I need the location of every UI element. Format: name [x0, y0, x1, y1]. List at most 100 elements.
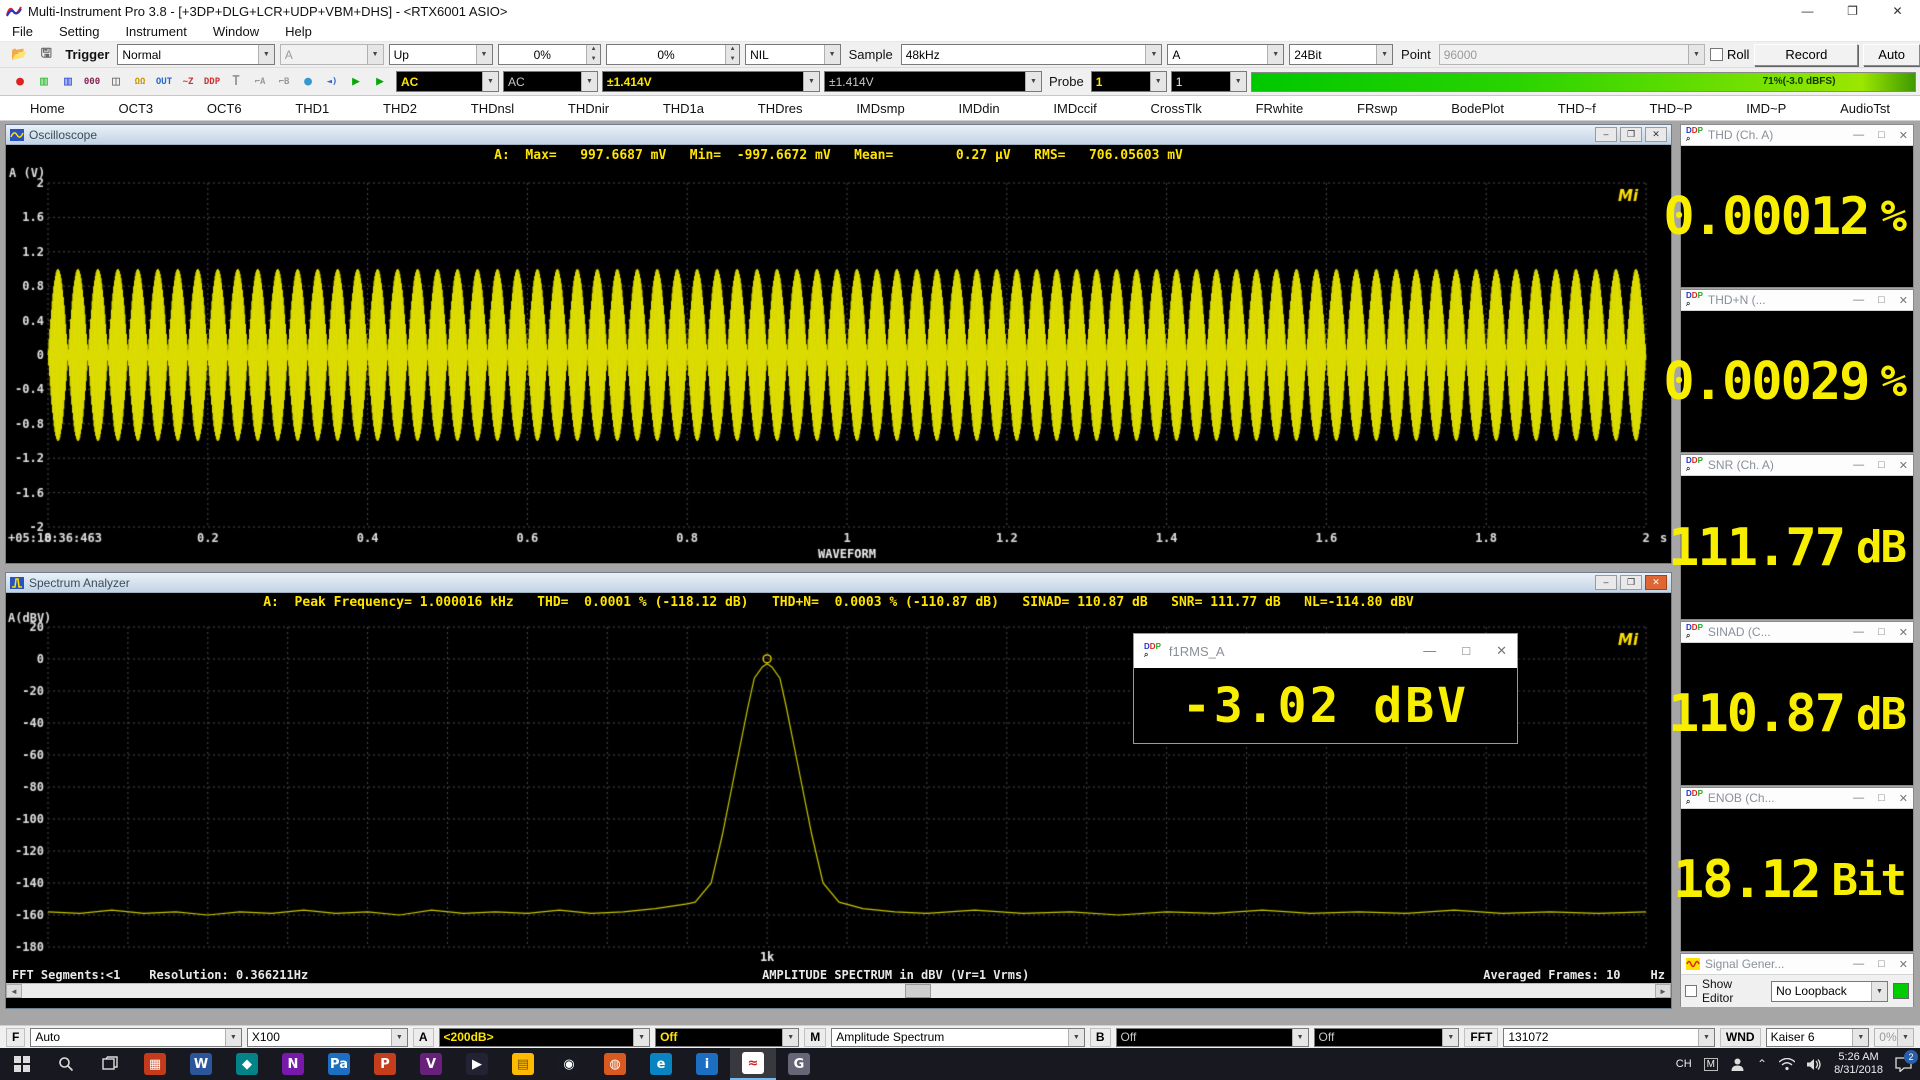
oscilloscope-icon[interactable]: ▥	[32, 72, 56, 92]
steam-taskbar-icon[interactable]: ◉	[546, 1048, 592, 1080]
scrollbar-thumb[interactable]	[905, 984, 931, 998]
range-a-select[interactable]: ±1.414V▼	[602, 71, 820, 92]
tray-expand-icon[interactable]: ⌃	[1757, 1057, 1767, 1071]
coupling-a-select[interactable]: AC▼	[396, 71, 499, 92]
lcr-meter-icon[interactable]: OUT	[152, 72, 176, 92]
tab-imdccif[interactable]: IMDccif	[1053, 101, 1096, 116]
close-icon[interactable]: ✕	[1899, 958, 1908, 971]
paint-3d-taskbar-icon[interactable]: Pa	[316, 1048, 362, 1080]
window-function-select[interactable]: Kaiser 6▼	[1766, 1028, 1870, 1047]
tab-frswp[interactable]: FRswp	[1357, 101, 1397, 116]
close-icon[interactable]: ✕	[1899, 792, 1908, 805]
trigger-mode-select[interactable]: Normal▼	[117, 44, 274, 65]
probe-a-select[interactable]: 1▼	[1091, 71, 1167, 92]
window-maximize-button[interactable]: ❐	[1830, 4, 1875, 18]
analysis-mode-select[interactable]: Amplitude Spectrum▼	[831, 1028, 1085, 1047]
browser-taskbar-icon[interactable]: ◍	[592, 1048, 638, 1080]
bit-depth-select[interactable]: 24Bit▼	[1289, 44, 1393, 65]
word-taskbar-icon[interactable]: W	[178, 1048, 224, 1080]
office-hub-taskbar-icon[interactable]: ▦	[132, 1048, 178, 1080]
sample-rate-select[interactable]: 48kHz▼	[901, 44, 1163, 65]
visual-studio-taskbar-icon[interactable]: V	[408, 1048, 454, 1080]
range-display-b2-select[interactable]: Off▼	[1314, 1028, 1460, 1047]
align-a-icon[interactable]: ⌐A	[248, 72, 272, 92]
maximize-icon[interactable]: □	[1878, 129, 1885, 142]
tab-bodeplot[interactable]: BodePlot	[1451, 101, 1504, 116]
overlap-select[interactable]: 0%▼	[1874, 1028, 1914, 1047]
frequency-mode-select[interactable]: Auto▼	[30, 1028, 242, 1047]
maximize-icon[interactable]: □	[1462, 643, 1470, 659]
window-minimize-button[interactable]: —	[1785, 4, 1830, 18]
ddp-viewer-icon[interactable]: DDP	[200, 72, 224, 92]
multimeter-icon[interactable]: 000	[80, 72, 104, 92]
sound-output-icon[interactable]: ◄)	[320, 72, 344, 92]
record-dot-icon[interactable]: ●	[8, 72, 32, 92]
menu-help[interactable]: Help	[285, 24, 312, 39]
menu-window[interactable]: Window	[213, 24, 259, 39]
scroll-right-icon[interactable]: ►	[1655, 984, 1671, 998]
spectrum-3d-icon[interactable]: ◫	[104, 72, 128, 92]
menu-setting[interactable]: Setting	[59, 24, 99, 39]
powerpoint-taskbar-icon[interactable]: P	[362, 1048, 408, 1080]
maximize-icon[interactable]: □	[1878, 958, 1885, 971]
ime-indicator[interactable]: M	[1704, 1058, 1718, 1071]
edge-taskbar-icon[interactable]: e	[638, 1048, 684, 1080]
device-test-plan-icon[interactable]: ~Z	[176, 72, 200, 92]
volume-icon[interactable]	[1807, 1058, 1822, 1071]
oscilloscope-minimize-button[interactable]: –	[1595, 127, 1617, 142]
teal-app-taskbar-icon[interactable]: ◆	[224, 1048, 270, 1080]
multi-instrument-taskbar-icon[interactable]: ≈	[730, 1048, 776, 1080]
spectrum-analyzer-icon[interactable]: ▥	[56, 72, 80, 92]
search-button[interactable]	[44, 1048, 88, 1080]
trigger-source-select[interactable]: A▼	[280, 44, 384, 65]
minimize-icon[interactable]: —	[1853, 958, 1864, 971]
minimize-icon[interactable]: —	[1853, 626, 1864, 639]
tab-thd2[interactable]: THD2	[383, 101, 417, 116]
oscilloscope-close-button[interactable]: ✕	[1645, 127, 1667, 142]
tab-imdsmp[interactable]: IMDsmp	[856, 101, 904, 116]
sample-channel-select[interactable]: A▼	[1167, 44, 1284, 65]
minimize-icon[interactable]: —	[1853, 294, 1864, 307]
roll-checkbox[interactable]: Roll	[1710, 47, 1749, 62]
action-center-button[interactable]: 2	[1895, 1057, 1912, 1072]
tab-thd~f[interactable]: THD~f	[1558, 101, 1596, 116]
close-icon[interactable]: ✕	[1899, 294, 1908, 307]
maximize-icon[interactable]: □	[1878, 294, 1885, 307]
trigger-delay-spinner[interactable]: 0%▲▼	[606, 44, 740, 65]
align-b-icon[interactable]: ⌐B	[272, 72, 296, 92]
tab-thdres[interactable]: THDres	[758, 101, 803, 116]
data-logger-icon[interactable]: ΩΩ	[128, 72, 152, 92]
oscilloscope-maximize-button[interactable]: ❐	[1620, 127, 1642, 142]
run-generator-icon[interactable]: ▶	[368, 72, 392, 92]
range-display-a2-select[interactable]: Off▼	[655, 1028, 799, 1047]
window-close-button[interactable]: ✕	[1875, 4, 1920, 18]
info-app-taskbar-icon[interactable]: i	[684, 1048, 730, 1080]
language-indicator[interactable]: CH	[1676, 1058, 1692, 1070]
zoom-select[interactable]: X100▼	[247, 1028, 408, 1047]
tab-crosstlk[interactable]: CrossTlk	[1151, 101, 1202, 116]
tab-home[interactable]: Home	[30, 101, 65, 116]
minimize-icon[interactable]: —	[1853, 792, 1864, 805]
probe-cal-icon[interactable]: T	[224, 72, 248, 92]
tab-imd~p[interactable]: IMD~P	[1746, 101, 1786, 116]
auto-button[interactable]: Auto	[1863, 44, 1920, 66]
minimize-icon[interactable]: —	[1423, 643, 1436, 659]
tab-thd1[interactable]: THD1	[295, 101, 329, 116]
task-view-button[interactable]	[88, 1048, 132, 1080]
tab-oct6[interactable]: OCT6	[207, 101, 242, 116]
coupling-b-select[interactable]: AC▼	[503, 71, 598, 92]
show-editor-checkbox[interactable]	[1685, 985, 1697, 997]
range-display-a-select[interactable]: <200dB>▼	[439, 1028, 651, 1047]
onenote-taskbar-icon[interactable]: N	[270, 1048, 316, 1080]
tab-thdnir[interactable]: THDnir	[568, 101, 609, 116]
loopback-select[interactable]: No Loopback▼	[1771, 981, 1888, 1002]
tab-thd1a[interactable]: THD1a	[663, 101, 704, 116]
spectrum-close-button[interactable]: ✕	[1645, 575, 1667, 590]
range-display-b-select[interactable]: Off▼	[1116, 1028, 1309, 1047]
tab-thd~p[interactable]: THD~P	[1649, 101, 1692, 116]
trigger-nil-select[interactable]: NIL▼	[745, 44, 841, 65]
tab-imddin[interactable]: IMDdin	[958, 101, 999, 116]
spectrum-hscrollbar[interactable]: ◄ ►	[6, 983, 1671, 998]
probe-b-select[interactable]: 1▼	[1171, 71, 1247, 92]
maximize-icon[interactable]: □	[1878, 626, 1885, 639]
